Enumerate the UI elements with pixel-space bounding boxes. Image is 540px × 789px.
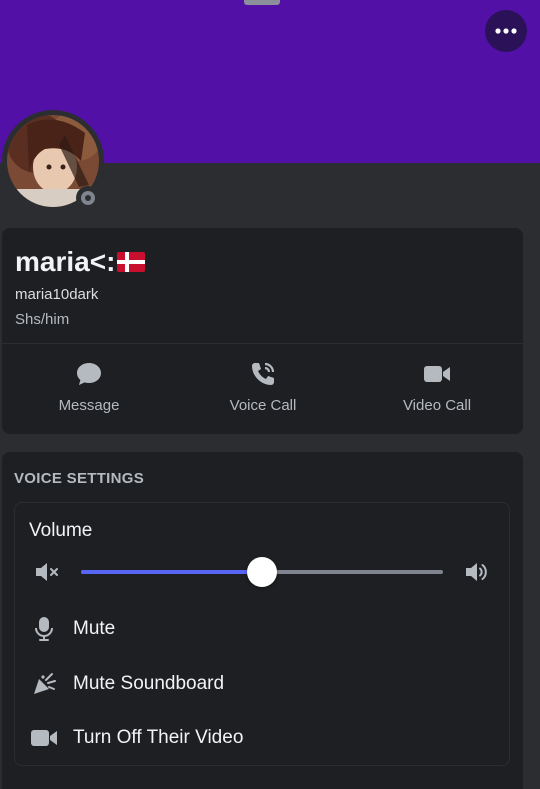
mute-soundboard-option[interactable]: Mute Soundboard	[29, 669, 224, 699]
volume-max-icon	[466, 563, 487, 581]
microphone-icon	[35, 617, 53, 641]
sheet-drag-handle[interactable]	[244, 0, 280, 5]
phone-icon	[252, 362, 275, 385]
volume-mute-icon	[36, 563, 58, 581]
more-dots-icon	[495, 28, 517, 34]
soundboard-icon	[34, 673, 56, 694]
mute-option[interactable]: Mute	[29, 614, 115, 644]
turn-off-video-option[interactable]: Turn Off Their Video	[29, 723, 243, 753]
voice-settings-title: VOICE SETTINGS	[14, 470, 145, 487]
denmark-flag-icon	[117, 252, 146, 272]
video-camera-icon	[424, 366, 450, 382]
video-camera-icon	[31, 730, 57, 746]
mute-soundboard-label: Mute Soundboard	[73, 673, 225, 694]
voice-call-label: Voice Call	[229, 397, 297, 414]
display-name: maria<:	[15, 246, 146, 278]
video-call-button[interactable]: Video Call	[350, 361, 524, 414]
message-label: Message	[58, 397, 120, 414]
voice-call-button[interactable]: Voice Call	[176, 361, 350, 414]
volume-slider-fill	[81, 570, 262, 574]
offline-status-icon	[81, 191, 95, 205]
more-options-button[interactable]	[485, 10, 527, 52]
status-indicator	[76, 186, 100, 210]
volume-slider-thumb[interactable]	[247, 557, 277, 587]
voice-settings-box: Volume Mute Mute Soundboard Turn Off The…	[14, 502, 510, 766]
voice-settings-card: VOICE SETTINGS Volume Mute Mute Soundboa…	[2, 452, 523, 789]
volume-slider[interactable]	[81, 557, 443, 587]
message-button[interactable]: Message	[2, 361, 176, 414]
video-call-label: Video Call	[402, 397, 472, 414]
turn-off-video-label: Turn Off Their Video	[73, 727, 244, 748]
pronouns: Shs/him	[15, 311, 70, 328]
divider	[2, 343, 523, 344]
chat-bubble-icon	[77, 363, 101, 385]
username: maria10dark	[15, 286, 99, 303]
mute-label: Mute	[73, 618, 116, 639]
profile-card: maria<: maria10dark Shs/him Message Voic…	[2, 228, 523, 434]
display-name-text: maria<:	[15, 246, 116, 277]
volume-label: Volume	[29, 520, 93, 541]
